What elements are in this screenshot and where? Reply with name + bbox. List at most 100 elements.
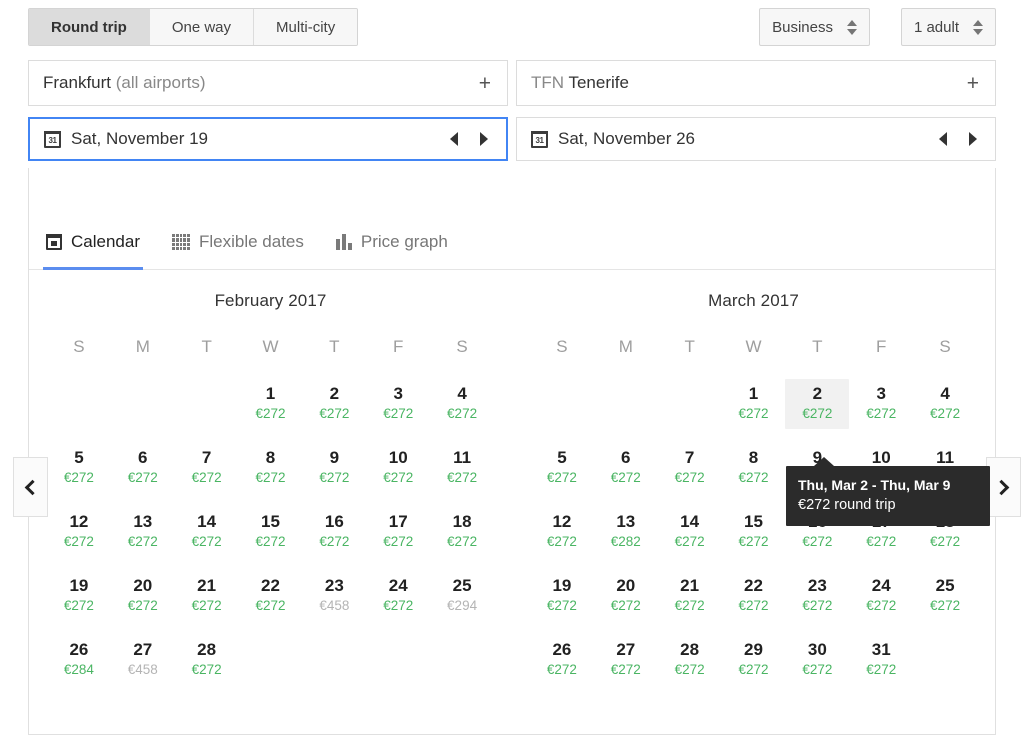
- tab-flexible-dates[interactable]: Flexible dates: [169, 224, 307, 269]
- weekday-label: M: [135, 337, 150, 356]
- day-number: 18: [452, 512, 472, 531]
- calendar-day-cell[interactable]: 1 €272: [722, 379, 786, 429]
- trip-type-one-way[interactable]: One way: [149, 9, 255, 45]
- calendar-day-cell[interactable]: 7 €272: [175, 443, 239, 493]
- day-price: €272: [546, 470, 577, 485]
- day-number: 29: [744, 640, 763, 659]
- calendar-day-cell[interactable]: 21 €272: [175, 571, 239, 621]
- previous-day-icon[interactable]: [450, 132, 458, 146]
- calendar-day-cell[interactable]: 8 €272: [239, 443, 303, 493]
- calendar-week: 26 €272 27 €272 28 €272 29 €272 30 €272 31 €272: [512, 635, 995, 685]
- calendar-day-cell[interactable]: 16 €272: [302, 507, 366, 557]
- calendar-day-cell[interactable]: 6 €272: [594, 443, 658, 493]
- cabin-class-stepper[interactable]: Business: [759, 8, 870, 46]
- chevron-updown-icon[interactable]: [847, 19, 857, 35]
- trip-type-toggle[interactable]: Round trip One way Multi-city: [28, 8, 359, 46]
- calendar-day-cell[interactable]: 24 €272: [366, 571, 430, 621]
- calendar-day-cell[interactable]: 20 €272: [111, 571, 175, 621]
- month-title: February 2017: [214, 291, 327, 310]
- calendar-day-cell[interactable]: 19 €272: [530, 571, 594, 621]
- calendar-day-cell[interactable]: 2 €272: [785, 379, 850, 429]
- calendar-day-cell[interactable]: 24 €272: [849, 571, 913, 621]
- calendar-day-cell[interactable]: 25 €272: [913, 571, 977, 621]
- calendar-day-cell[interactable]: 15 €272: [722, 507, 786, 557]
- add-origin-icon[interactable]: +: [477, 73, 493, 94]
- day-number: 1: [748, 384, 759, 403]
- calendar-day-cell[interactable]: 11 €272: [430, 443, 494, 493]
- day-price: €272: [63, 534, 94, 549]
- calendar-day-cell[interactable]: 25 €294: [430, 571, 494, 621]
- day-number: 5: [74, 448, 84, 467]
- day-price: €272: [930, 598, 961, 613]
- calendar-day-cell[interactable]: 26 €284: [47, 635, 111, 685]
- day-price: €272: [802, 598, 833, 613]
- calendar-day-cell[interactable]: 30 €272: [785, 635, 849, 685]
- return-date-value: Sat, November 26: [558, 129, 696, 148]
- calendar-day-cell[interactable]: 13 €272: [111, 507, 175, 557]
- calendar-day-cell[interactable]: 19 €272: [47, 571, 111, 621]
- calendar-day-cell[interactable]: 27 €272: [594, 635, 658, 685]
- next-months-button[interactable]: [986, 457, 1021, 517]
- calendar-day-cell[interactable]: 26 €272: [530, 635, 594, 685]
- tab-calendar[interactable]: Calendar: [43, 224, 143, 270]
- calendar-day-cell[interactable]: 14 €272: [175, 507, 239, 557]
- calendar-day-cell[interactable]: 28 €272: [658, 635, 722, 685]
- calendar-cell-empty: [430, 635, 494, 685]
- calendar-day-cell[interactable]: 12 €272: [530, 507, 594, 557]
- day-number: 21: [680, 576, 700, 595]
- departure-date-field[interactable]: 31 Sat, November 19: [28, 117, 508, 161]
- tab-price-graph[interactable]: Price graph: [333, 224, 451, 269]
- calendar-day-cell[interactable]: 27 €458: [111, 635, 175, 685]
- tab-label: Calendar: [71, 232, 140, 251]
- calendar-day-cell[interactable]: 1 €272: [239, 379, 303, 429]
- calendar-day-cell[interactable]: 23 €272: [785, 571, 849, 621]
- calendar-day-cell[interactable]: 6 €272: [111, 443, 175, 493]
- day-price: €458: [127, 662, 158, 677]
- next-day-icon[interactable]: [480, 132, 488, 146]
- calendar-day-cell[interactable]: 17 €272: [366, 507, 430, 557]
- calendar-day-cell[interactable]: 20 €272: [594, 571, 658, 621]
- calendar-cell-empty: [530, 379, 594, 429]
- calendar-day-cell[interactable]: 5 €272: [47, 443, 111, 493]
- calendar-day-cell[interactable]: 29 €272: [722, 635, 786, 685]
- calendar-day-cell[interactable]: 8 €272: [722, 443, 786, 493]
- previous-months-button[interactable]: [13, 457, 48, 517]
- calendar-day-cell[interactable]: 5 €272: [530, 443, 594, 493]
- calendar-day-cell[interactable]: 10 €272: [366, 443, 430, 493]
- day-price: €284: [63, 662, 94, 677]
- chevron-updown-icon[interactable]: [973, 19, 983, 35]
- calendar-day-cell[interactable]: 3 €272: [366, 379, 430, 429]
- day-price: €272: [319, 470, 350, 485]
- next-day-icon[interactable]: [969, 132, 977, 146]
- calendar-day-cell[interactable]: 9 €272: [302, 443, 366, 493]
- grid-icon: [172, 234, 190, 250]
- calendar-icon: 31: [44, 130, 61, 148]
- trip-type-multi-city[interactable]: Multi-city: [254, 9, 358, 45]
- calendar-day-cell[interactable]: 13 €282: [594, 507, 658, 557]
- passenger-count-stepper[interactable]: 1 adult: [900, 8, 996, 46]
- calendar-day-cell[interactable]: 23 €458: [302, 571, 366, 621]
- calendar-day-cell[interactable]: 21 €272: [658, 571, 722, 621]
- calendar-day-cell[interactable]: 15 €272: [239, 507, 303, 557]
- day-price: €272: [319, 534, 350, 549]
- origin-input[interactable]: Frankfurt (all airports) +: [28, 60, 508, 106]
- calendar-day-cell[interactable]: 31 €272: [849, 635, 913, 685]
- calendar-day-cell[interactable]: 28 €272: [175, 635, 239, 685]
- calendar-day-cell[interactable]: 22 €272: [722, 571, 786, 621]
- calendar-day-cell[interactable]: 2 €272: [302, 379, 366, 429]
- calendar-day-cell[interactable]: 3 €272: [849, 379, 913, 429]
- calendar-day-cell[interactable]: 12 €272: [47, 507, 111, 557]
- return-date-field[interactable]: 31 Sat, November 26: [516, 117, 996, 161]
- calendar-day-cell[interactable]: 7 €272: [658, 443, 722, 493]
- add-destination-icon[interactable]: +: [965, 73, 981, 94]
- calendar-day-cell[interactable]: 22 €272: [239, 571, 303, 621]
- day-number: 15: [744, 512, 763, 531]
- calendar-day-cell[interactable]: 14 €272: [658, 507, 722, 557]
- calendar-day-cell[interactable]: 4 €272: [913, 379, 977, 429]
- trip-type-round-trip[interactable]: Round trip: [29, 9, 150, 45]
- destination-input[interactable]: TFN Tenerife +: [516, 60, 996, 106]
- calendar-cell-empty: [239, 635, 303, 685]
- previous-day-icon[interactable]: [939, 132, 947, 146]
- calendar-day-cell[interactable]: 18 €272: [430, 507, 494, 557]
- calendar-day-cell[interactable]: 4 €272: [430, 379, 494, 429]
